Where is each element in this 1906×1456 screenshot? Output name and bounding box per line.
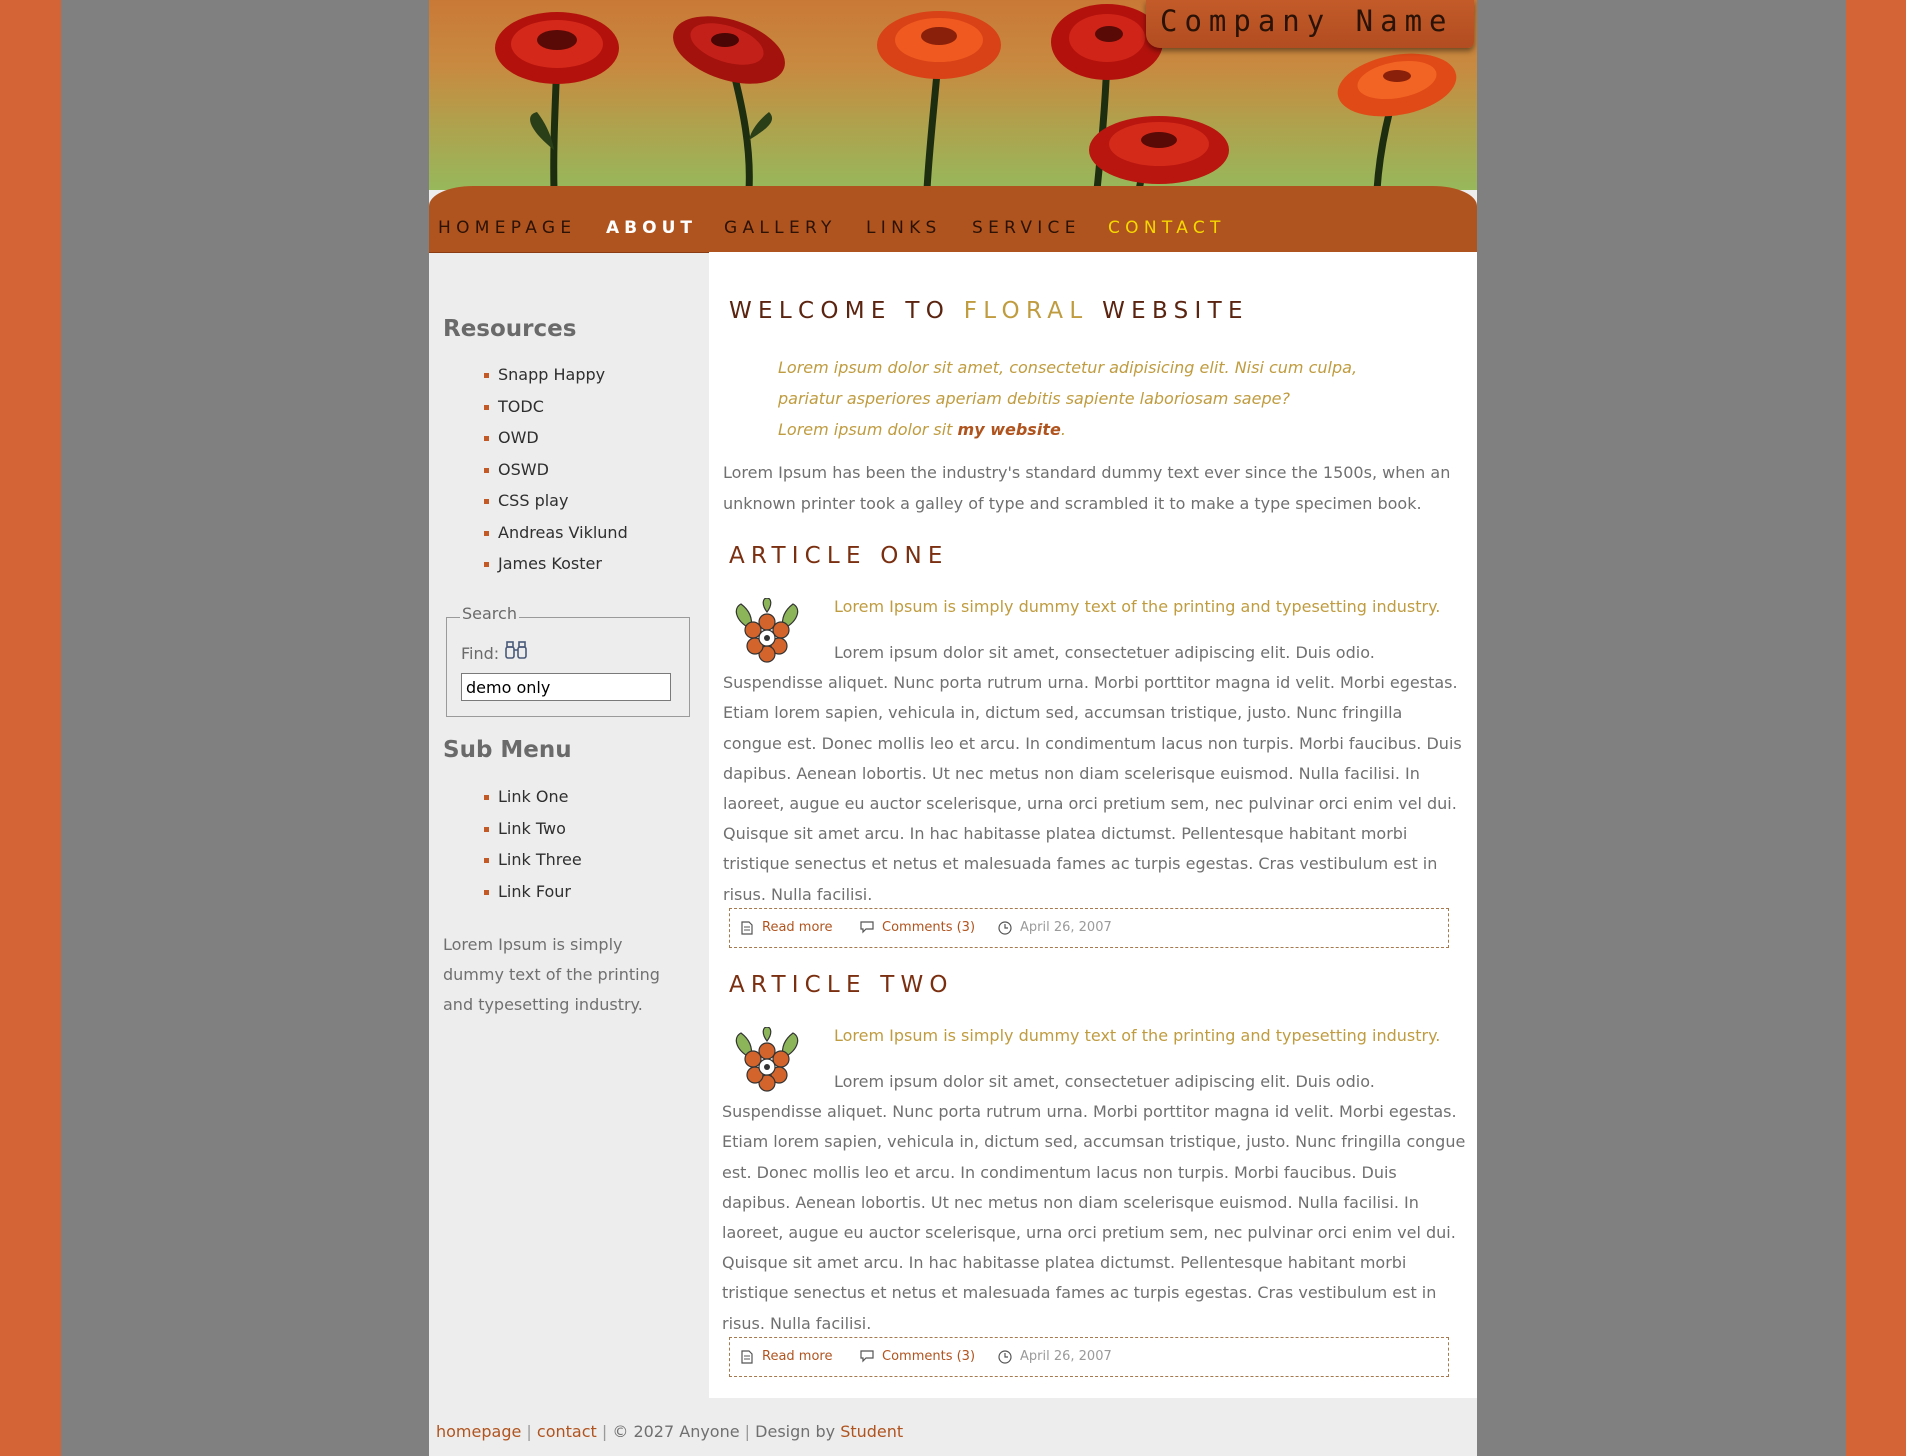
footer-design-by: Design by	[755, 1422, 836, 1441]
main-content: WELCOME TO FLORAL WEBSITE Lorem ipsum do…	[709, 252, 1477, 1398]
clock-icon	[998, 1350, 1012, 1364]
binoculars-icon[interactable]	[505, 640, 527, 660]
header-banner: Company Name	[429, 0, 1477, 190]
my-website-link[interactable]: my website	[958, 420, 1061, 439]
article-two-date: April 26, 2007	[1020, 1349, 1112, 1364]
article-two-lead: Lorem Ipsum is simply dummy text of the …	[834, 1026, 1441, 1045]
right-side-band	[1846, 0, 1906, 1456]
resource-link-snapp-happy[interactable]: Snapp Happy	[484, 365, 628, 397]
nav-service[interactable]: SERVICE	[972, 218, 1081, 238]
article-one-read-more[interactable]: Read more	[762, 920, 832, 935]
article-two-title: ARTICLE TWO	[729, 972, 954, 998]
article-two-body-text: Lorem ipsum dolor sit amet, consectetuer…	[722, 1072, 1466, 1333]
find-label: Find:	[461, 644, 500, 663]
welcome-heading-part-c: WEBSITE	[1102, 298, 1249, 324]
quote-line-2: pariatur asperiores aperiam debitis sapi…	[778, 389, 1290, 408]
submenu-link-four[interactable]: Link Four	[484, 882, 582, 914]
resource-link-todc[interactable]: TODC	[484, 397, 628, 429]
submenu-heading: Sub Menu	[443, 737, 572, 763]
nav-contact[interactable]: CONTACT	[1108, 218, 1226, 238]
document-icon	[741, 921, 753, 935]
comment-icon	[860, 921, 874, 934]
welcome-heading-part-a: WELCOME TO	[729, 298, 951, 324]
footer-designer-link[interactable]: Student	[840, 1422, 903, 1441]
nav-homepage[interactable]: HOMEPAGE	[438, 218, 576, 238]
footer-separator: |	[526, 1422, 532, 1441]
submenu-link-three[interactable]: Link Three	[484, 850, 582, 882]
intro-paragraph: Lorem Ipsum has been the industry's stan…	[723, 463, 1451, 513]
submenu-link-one[interactable]: Link One	[484, 787, 582, 819]
article-two-meta: Read more Comments (3) April 26, 2007	[729, 1337, 1449, 1377]
resource-link-owd[interactable]: OWD	[484, 428, 628, 460]
welcome-heading-floral: FLORAL	[963, 298, 1089, 324]
clock-icon	[998, 921, 1012, 935]
quote-line-1: Lorem ipsum dolor sit amet, consectetur …	[778, 358, 1358, 377]
article-one-body-text: Lorem ipsum dolor sit amet, consectetuer…	[723, 643, 1462, 904]
resource-link-oswd[interactable]: OSWD	[484, 460, 628, 492]
nav-about[interactable]: ABOUT	[606, 218, 697, 238]
article-two-body: Lorem ipsum dolor sit amet, consectetuer…	[722, 1067, 1470, 1339]
footer-copyright: © 2027 Anyone	[612, 1422, 740, 1441]
footer-homepage-link[interactable]: homepage	[436, 1422, 521, 1441]
article-two-read-more[interactable]: Read more	[762, 1349, 832, 1364]
resources-heading: Resources	[443, 316, 577, 342]
submenu-link-two[interactable]: Link Two	[484, 819, 582, 851]
article-one-body: Lorem ipsum dolor sit amet, consectetuer…	[723, 638, 1465, 910]
sidebar-note: Lorem Ipsum is simply dummy text of the …	[443, 935, 660, 1014]
page-wrapper: Company Name HOMEPAGE ABOUT GALLERY LINK…	[429, 0, 1477, 1456]
left-side-band	[0, 0, 61, 1456]
nav-gallery[interactable]: GALLERY	[724, 218, 837, 238]
resource-link-andreas-viklund[interactable]: Andreas Viklund	[484, 523, 628, 555]
footer-separator: |	[744, 1422, 751, 1441]
article-one-meta: Read more Comments (3) April 26, 2007	[729, 908, 1449, 948]
quote-line-3: Lorem ipsum dolor sit	[778, 420, 953, 439]
article-two-comments[interactable]: Comments (3)	[882, 1349, 975, 1364]
article-one-date: April 26, 2007	[1020, 920, 1112, 935]
search-fieldset: Search Find:	[446, 604, 690, 717]
footer-line: homepage | contact | © 2027 Anyone | Des…	[436, 1422, 903, 1441]
submenu-list: Link One Link Two Link Three Link Four	[484, 787, 582, 913]
intro-quote: Lorem ipsum dolor sit amet, consectetur …	[778, 352, 1418, 445]
flower-head-6	[1337, 53, 1457, 117]
article-one-lead: Lorem Ipsum is simply dummy text of the …	[834, 597, 1441, 616]
quote-line-3-end: .	[1060, 420, 1066, 439]
resource-link-james-koster[interactable]: James Koster	[484, 554, 628, 586]
article-one-title: ARTICLE ONE	[729, 543, 949, 569]
flower-head-1	[495, 12, 619, 84]
flower-head-5	[1089, 116, 1229, 184]
resources-list: Snapp Happy TODC OWD OSWD CSS play Andre…	[484, 365, 628, 586]
article-one-comments[interactable]: Comments (3)	[882, 920, 975, 935]
search-input[interactable]	[461, 673, 671, 701]
company-name: Company Name	[1160, 4, 1454, 38]
footer: homepage | contact | © 2027 Anyone | Des…	[429, 1398, 1477, 1456]
comment-icon	[860, 1350, 874, 1363]
footer-contact-link[interactable]: contact	[537, 1422, 597, 1441]
flower-head-2	[673, 16, 785, 84]
resource-link-css-play[interactable]: CSS play	[484, 491, 628, 523]
main-navigation: HOMEPAGE ABOUT GALLERY LINKS SERVICE CON…	[429, 186, 1477, 253]
search-legend: Search	[460, 604, 519, 623]
company-name-tab: Company Name	[1146, 0, 1474, 48]
flower-head-3	[877, 11, 1001, 79]
footer-separator: |	[601, 1422, 608, 1441]
welcome-heading: WELCOME TO FLORAL WEBSITE	[729, 298, 1249, 324]
document-icon	[741, 1350, 753, 1364]
nav-links[interactable]: LINKS	[866, 218, 942, 238]
